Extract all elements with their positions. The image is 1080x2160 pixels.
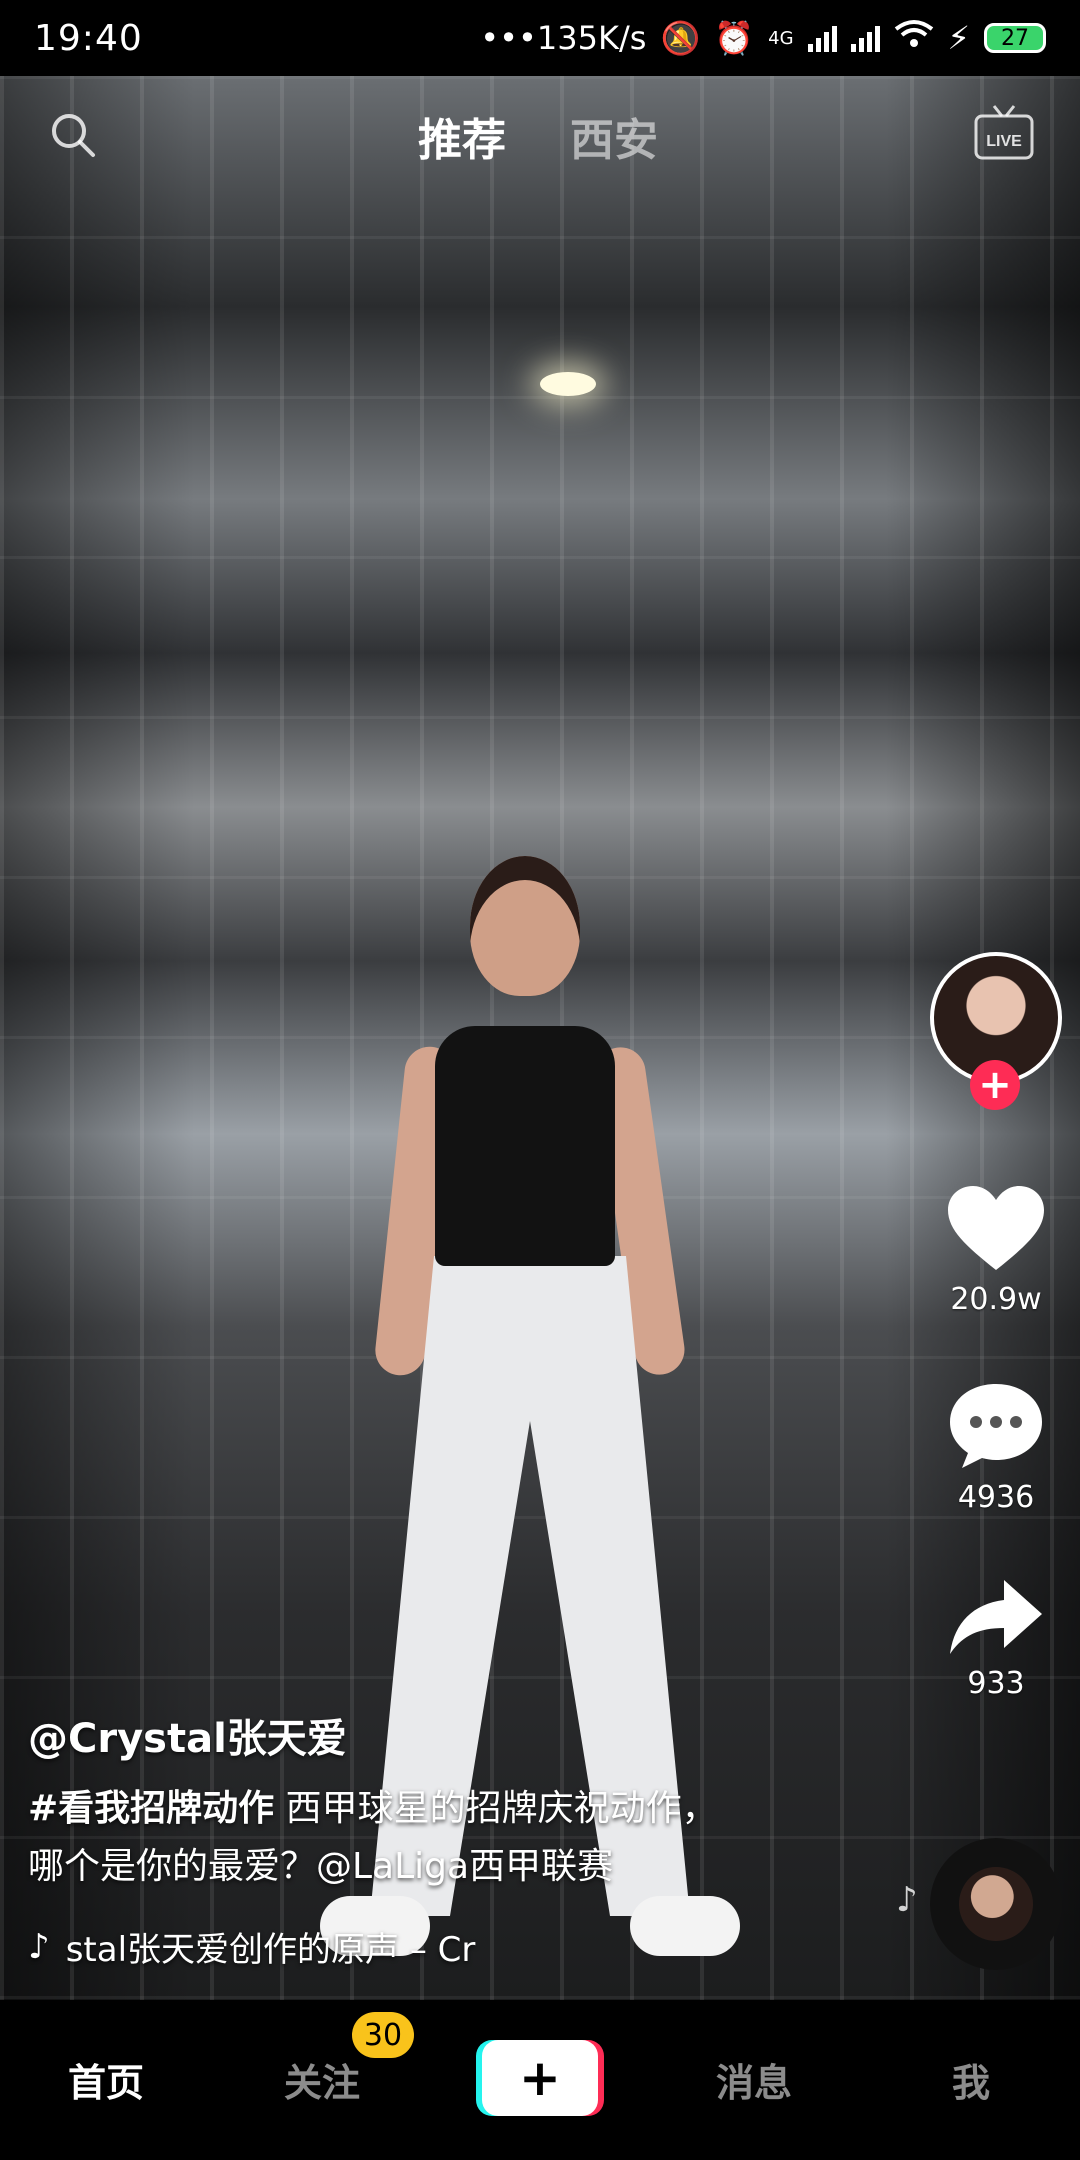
comment-button[interactable]: 4936 bbox=[921, 1380, 1071, 1515]
tiktok-note-icon: ♪ bbox=[28, 1926, 50, 1967]
hashtag-link[interactable]: #看我招牌动作 bbox=[28, 1788, 274, 1829]
follow-button[interactable]: + bbox=[970, 1060, 1020, 1110]
nav-messages[interactable]: 消息 bbox=[716, 2052, 792, 2107]
video-description: #看我招牌动作 西甲球星的招牌庆祝动作， 哪个是你的最爱？@LaLiga西甲联赛 bbox=[28, 1780, 848, 1896]
share-icon bbox=[950, 1580, 1042, 1654]
alarm-icon: ⏰ bbox=[714, 19, 755, 57]
create-button[interactable]: + bbox=[476, 2040, 604, 2116]
svg-text:LIVE: LIVE bbox=[986, 133, 1022, 150]
cell-signal-icon bbox=[807, 24, 837, 52]
charging-icon: ⚡ bbox=[947, 19, 970, 57]
nav-following[interactable]: 关注 bbox=[284, 2052, 360, 2107]
search-icon[interactable] bbox=[48, 110, 98, 160]
wifi-icon bbox=[894, 19, 934, 57]
tab-city[interactable]: 西安 bbox=[570, 104, 658, 168]
description-line-2: 哪个是你的最爱？@LaLiga西甲联赛 bbox=[28, 1846, 614, 1887]
status-icons: •••135K/s 🔕 ⏰ 4G ⚡ 27 bbox=[480, 19, 1046, 57]
battery-indicator: 27 bbox=[984, 23, 1046, 53]
status-bar: 19:40 •••135K/s 🔕 ⏰ 4G ⚡ 27 bbox=[0, 0, 1080, 76]
share-count: 933 bbox=[967, 1666, 1025, 1701]
share-button[interactable]: 933 bbox=[921, 1578, 1071, 1701]
music-disc[interactable] bbox=[930, 1838, 1062, 1970]
comment-count: 4936 bbox=[957, 1480, 1035, 1515]
cell-signal-2-icon bbox=[850, 24, 880, 52]
plus-icon: + bbox=[482, 2040, 598, 2116]
like-count: 20.9w bbox=[950, 1282, 1042, 1317]
tab-recommend[interactable]: 推荐 bbox=[418, 104, 506, 168]
nav-me[interactable]: 我 bbox=[952, 2052, 990, 2107]
like-button[interactable]: 20.9w bbox=[921, 1184, 1071, 1317]
heart-icon bbox=[948, 1186, 1044, 1270]
nav-home[interactable]: 首页 bbox=[68, 2052, 144, 2107]
author-name[interactable]: @Crystal张天爱 bbox=[28, 1706, 347, 1764]
network-type: 4G bbox=[768, 27, 794, 49]
bottom-nav: 首页 关注 30 + 消息 我 bbox=[0, 2000, 1080, 2160]
ceiling-light bbox=[540, 372, 596, 396]
music-note-icon: ♪ bbox=[896, 1880, 918, 1920]
comment-icon bbox=[950, 1384, 1042, 1468]
description-line-1: 西甲球星的招牌庆祝动作， bbox=[274, 1788, 718, 1829]
live-icon[interactable]: LIVE bbox=[972, 102, 1036, 166]
mute-icon: 🔕 bbox=[660, 19, 701, 57]
music-title: stal张天爱创作的原声 – Cr bbox=[65, 1930, 476, 1970]
following-badge: 30 bbox=[352, 2012, 414, 2058]
status-time: 19:40 bbox=[34, 17, 143, 59]
music-info[interactable]: ♪ stal张天爱创作的原声 – Cr bbox=[28, 1922, 536, 1971]
net-speed: •••135K/s bbox=[480, 19, 647, 57]
